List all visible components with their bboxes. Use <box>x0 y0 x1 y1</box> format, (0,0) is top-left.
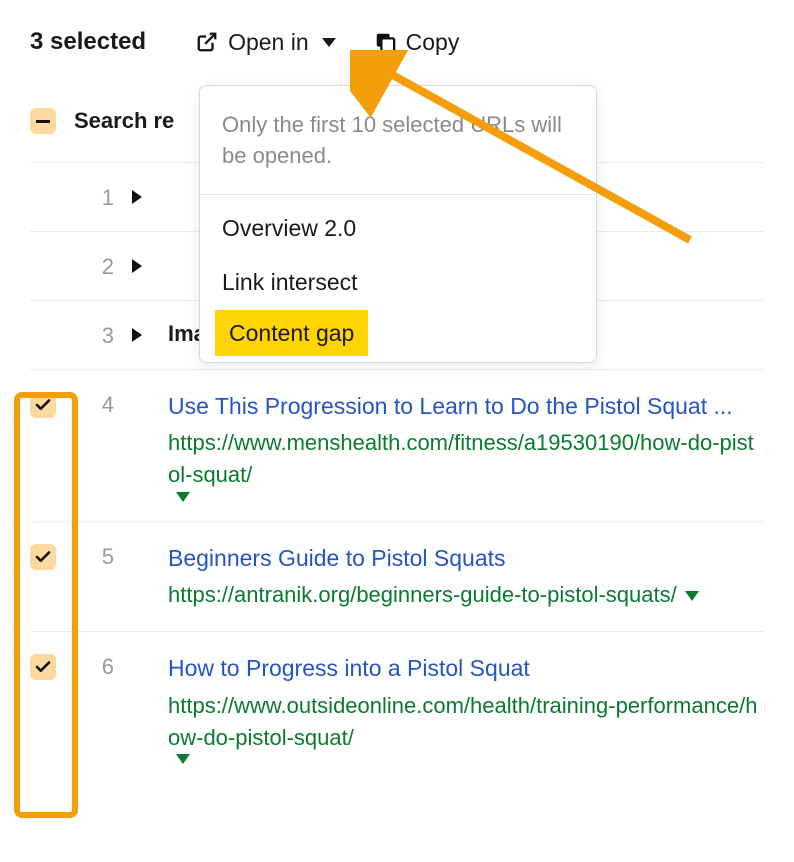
copy-icon <box>374 31 396 53</box>
check-icon <box>34 658 52 676</box>
expand-icon[interactable] <box>132 328 142 342</box>
result-url-text[interactable]: https://www.outsideonline.com/health/tra… <box>168 690 764 754</box>
row-checkbox-cell <box>30 321 56 323</box>
table-row: 6 How to Progress into a Pistol Squat ht… <box>30 632 764 783</box>
open-external-icon <box>196 31 218 53</box>
result-title-link[interactable]: Use This Progression to Learn to Do the … <box>168 390 764 423</box>
row-number: 3 <box>74 321 114 349</box>
row-checkbox[interactable] <box>30 392 56 418</box>
row-number: 2 <box>74 252 114 280</box>
result-url-text[interactable]: https://www.menshealth.com/fitness/a1953… <box>168 427 764 491</box>
check-icon <box>34 548 52 566</box>
check-icon <box>34 396 52 414</box>
dropdown-item-content-gap[interactable]: Content gap <box>215 310 368 357</box>
expand-icon[interactable] <box>132 259 142 273</box>
row-checkbox-cell <box>30 252 56 254</box>
dropdown-item-overview[interactable]: Overview 2.0 <box>200 201 596 256</box>
copy-button[interactable]: Copy <box>374 29 460 56</box>
open-in-label: Open in <box>228 29 309 56</box>
row-number: 6 <box>74 652 114 680</box>
row-number: 5 <box>74 542 114 570</box>
expand-icon[interactable] <box>132 190 142 204</box>
result-url: https://antranik.org/beginners-guide-to-… <box>168 579 764 611</box>
dropdown-divider <box>200 194 596 195</box>
copy-label: Copy <box>406 29 460 56</box>
result-url: https://www.menshealth.com/fitness/a1953… <box>168 427 764 501</box>
toolbar-row: 3 selected Open in Copy <box>0 0 794 78</box>
url-dropdown-icon[interactable] <box>176 754 190 764</box>
result-url-text[interactable]: https://antranik.org/beginners-guide-to-… <box>168 579 677 611</box>
table-row: 5 Beginners Guide to Pistol Squats https… <box>30 522 764 632</box>
result-url: https://www.outsideonline.com/health/tra… <box>168 690 764 764</box>
row-number: 1 <box>74 183 114 211</box>
open-in-dropdown: Only the first 10 selected URLs will be … <box>199 85 597 363</box>
chevron-down-icon <box>322 38 336 47</box>
toolbar-actions: Open in Copy <box>196 29 459 56</box>
row-number: 4 <box>74 390 114 418</box>
selected-count: 3 selected <box>30 28 146 56</box>
result-title-link[interactable]: Beginners Guide to Pistol Squats <box>168 542 764 575</box>
row-checkbox[interactable] <box>30 544 56 570</box>
open-in-button[interactable]: Open in <box>196 29 336 56</box>
table-row: 4 Use This Progression to Learn to Do th… <box>30 370 764 522</box>
row-checkbox[interactable] <box>30 654 56 680</box>
dropdown-info-text: Only the first 10 selected URLs will be … <box>200 86 596 178</box>
url-dropdown-icon[interactable] <box>685 591 699 601</box>
column-header-search-results: Search re <box>74 108 174 134</box>
result-title-link[interactable]: How to Progress into a Pistol Squat <box>168 652 764 685</box>
url-dropdown-icon[interactable] <box>176 492 190 502</box>
select-all-checkbox[interactable] <box>30 108 56 134</box>
row-checkbox-cell <box>30 183 56 185</box>
dropdown-item-link-intersect[interactable]: Link intersect <box>200 255 596 310</box>
minus-icon <box>36 120 50 123</box>
